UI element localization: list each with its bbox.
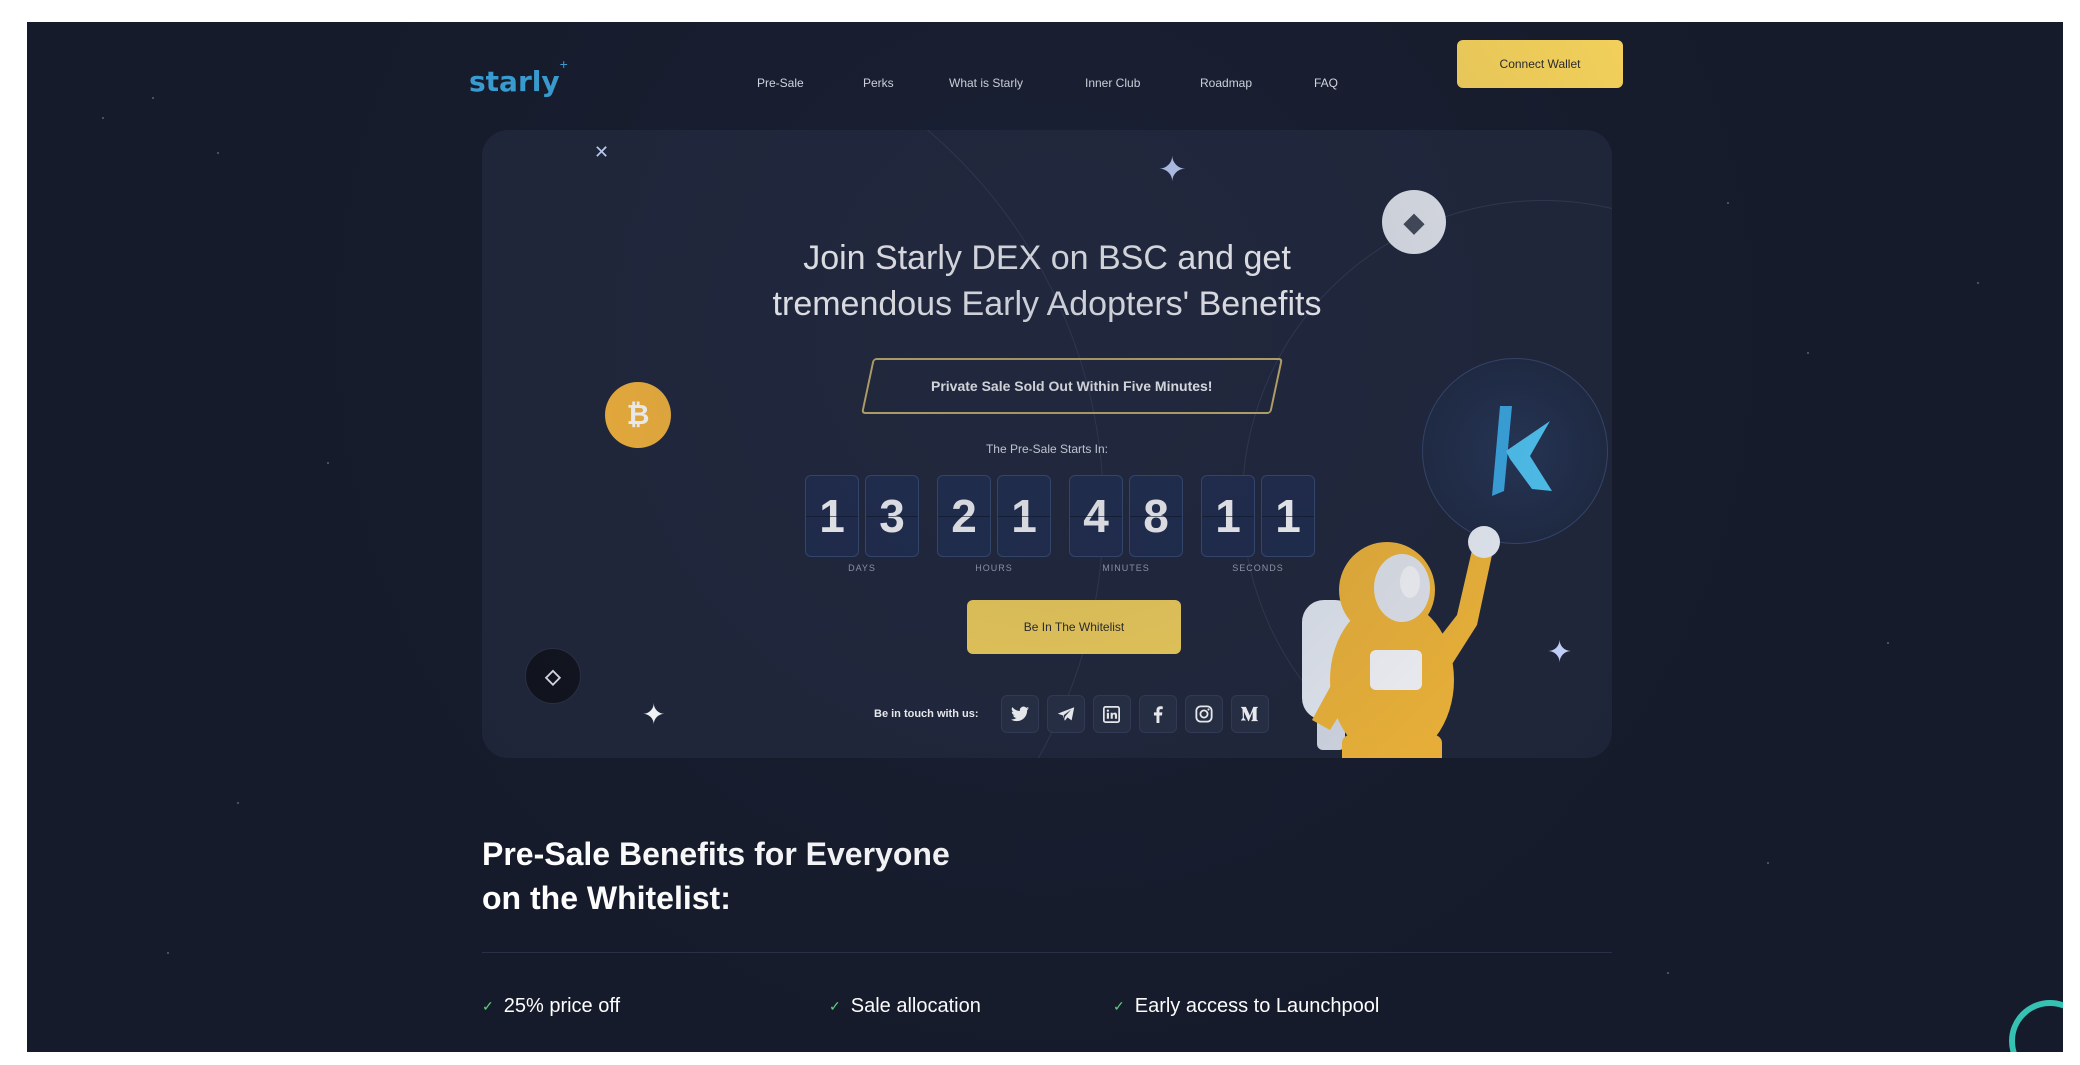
background-star xyxy=(1887,642,1889,644)
countdown-digit: 1 xyxy=(997,475,1051,557)
background-star xyxy=(167,952,169,954)
benefits-title: Pre-Sale Benefits for Everyone on the Wh… xyxy=(482,832,950,920)
facebook-icon[interactable] xyxy=(1138,695,1177,733)
countdown-digit: 3 xyxy=(865,475,919,557)
background-star xyxy=(1977,282,1979,284)
benefit-label: Early access to Launchpool xyxy=(1134,995,1380,1017)
chat-widget-icon[interactable] xyxy=(2009,1000,2063,1052)
background-star xyxy=(102,117,104,119)
divider xyxy=(482,952,1612,953)
social-links: Be in touch with us: xyxy=(874,695,1269,733)
touch-label: Be in touch with us: xyxy=(874,708,979,720)
hero-title-line-2: tremendous Early Adopters' Benefits xyxy=(772,285,1322,323)
x-sparkle-icon: ✕ xyxy=(594,142,610,162)
countdown-days: 1 3 DAYS xyxy=(805,475,919,573)
astronaut-illustration xyxy=(1302,526,1500,758)
presale-starts-label: The Pre-Sale Starts In: xyxy=(985,442,1109,456)
sparkle-icon: ✦ xyxy=(642,699,666,730)
sparkle-icon: ✦ xyxy=(1158,151,1187,189)
background-star xyxy=(327,462,329,464)
background-star xyxy=(1807,352,1809,354)
nav-link-faq[interactable]: FAQ xyxy=(1314,76,1338,90)
connect-wallet-button[interactable]: Connect Wallet xyxy=(1457,40,1623,88)
benefit-item: ✓ Sale allocation xyxy=(829,995,981,1018)
logo-text: starly xyxy=(469,65,560,98)
nav-link-pre-sale[interactable]: Pre-Sale xyxy=(757,76,804,90)
hero-title: Join Starly DEX on BSC and get tremendou… xyxy=(482,235,1612,327)
badge-text: Private Sale Sold Out Within Five Minute… xyxy=(931,378,1213,394)
background-star xyxy=(217,152,219,154)
countdown-digit: 1 xyxy=(805,475,859,557)
background-star xyxy=(237,802,239,804)
instagram-icon[interactable] xyxy=(1184,695,1223,733)
countdown-label: MINUTES xyxy=(1102,563,1150,573)
sold-out-badge: Private Sale Sold Out Within Five Minute… xyxy=(861,358,1283,414)
benefits-title-line-1: Pre-Sale Benefits for Everyone xyxy=(482,836,950,872)
countdown-minutes: 4 8 MINUTES xyxy=(1069,475,1183,573)
countdown-digit: 8 xyxy=(1129,475,1183,557)
sparkle-icon: ✦ xyxy=(1547,636,1573,669)
background-star xyxy=(1767,862,1769,864)
countdown-digit: 2 xyxy=(937,475,991,557)
benefit-item: ✓ Early access to Launchpool xyxy=(1113,995,1379,1018)
hero-card: ✕ ✦ ✦ ✦ ₿ ◆ ◇ Join Starly DEX on BSC and… xyxy=(482,130,1612,758)
check-icon: ✓ xyxy=(482,998,494,1014)
countdown-label: HOURS xyxy=(975,563,1013,573)
countdown-hours: 2 1 HOURS xyxy=(937,475,1051,573)
benefit-item: ✓ 25% price off xyxy=(482,995,620,1018)
nav-link-what-is-starly[interactable]: What is Starly xyxy=(949,76,1023,90)
nav-link-roadmap[interactable]: Roadmap xyxy=(1200,76,1252,90)
check-icon: ✓ xyxy=(829,998,841,1014)
nav-link-perks[interactable]: Perks xyxy=(863,76,894,90)
linkedin-icon[interactable] xyxy=(1092,695,1131,733)
starly-logo[interactable]: starly + xyxy=(469,54,568,98)
benefit-label: Sale allocation xyxy=(850,995,981,1017)
countdown-timer: 1 3 DAYS 2 1 HOURS 4 8 MINUTES 1 1 SECON… xyxy=(805,475,1315,573)
background-star xyxy=(1727,202,1729,204)
benefits-title-line-2: on the Whitelist: xyxy=(482,880,731,916)
benefit-label: 25% price off xyxy=(503,995,621,1017)
logo-sparkle-icon: + xyxy=(559,56,568,72)
page-frame: starly + Pre-Sale Perks What is Starly I… xyxy=(27,22,2063,1052)
background-star xyxy=(152,97,154,99)
telegram-icon[interactable] xyxy=(1046,695,1085,733)
twitter-icon[interactable] xyxy=(1000,695,1039,733)
medium-icon[interactable] xyxy=(1230,695,1269,733)
countdown-digit: 4 xyxy=(1069,475,1123,557)
hero-title-line-1: Join Starly DEX on BSC and get xyxy=(803,239,1291,277)
check-icon: ✓ xyxy=(1113,998,1125,1014)
background-star xyxy=(1667,972,1669,974)
nav-link-inner-club[interactable]: Inner Club xyxy=(1085,76,1140,90)
whitelist-button[interactable]: Be In The Whitelist xyxy=(967,600,1181,654)
countdown-label: DAYS xyxy=(848,563,876,573)
bitcoin-coin-icon: ₿ xyxy=(605,382,671,448)
countdown-digit: 1 xyxy=(1201,475,1255,557)
eos-coin-icon: ◇ xyxy=(525,648,581,704)
